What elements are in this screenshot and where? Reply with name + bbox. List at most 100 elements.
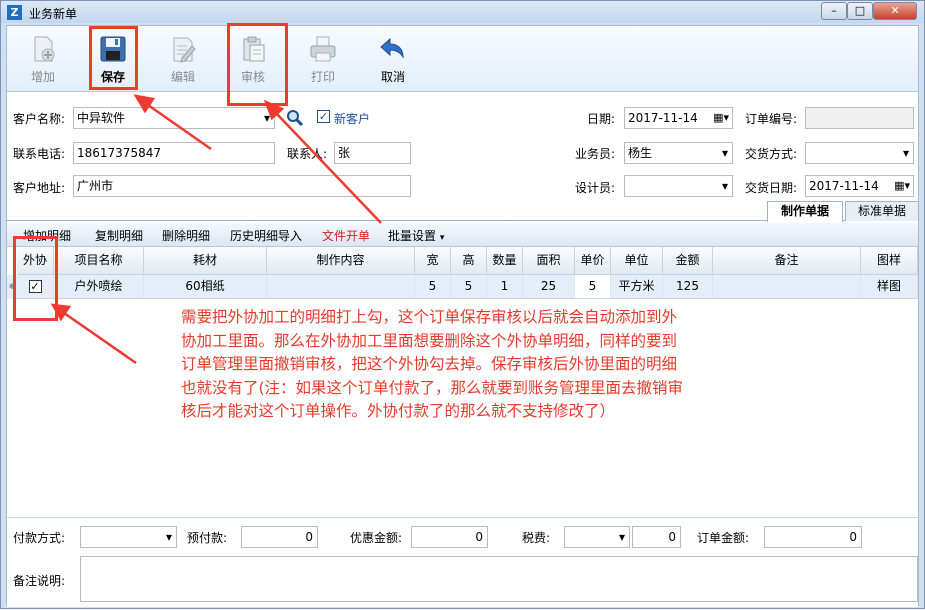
tax-type-select[interactable] <box>564 526 630 548</box>
phone-value: 18617375847 <box>77 146 161 160</box>
search-magnifier-icon[interactable] <box>286 109 304 127</box>
copy-detail-button[interactable]: 复制明细 <box>95 227 143 244</box>
payment-method-label: 付款方式: <box>13 531 66 545</box>
detail-toolbar: 增加明细 复制明细 删除明细 历史明细导入 文件开单 批量设置 ▾ <box>7 223 918 247</box>
address-value: 广州市 <box>77 179 114 193</box>
col-header-remark[interactable]: 备注 <box>713 247 861 275</box>
salesman-select[interactable]: 杨生 <box>624 142 733 164</box>
cell-amount[interactable]: 125 <box>663 275 713 299</box>
tab-production-order[interactable]: 制作单据 <box>767 201 843 222</box>
cell-project[interactable]: 户外喷绘 <box>54 275 144 299</box>
col-header-amount[interactable]: 金额 <box>663 247 713 275</box>
contact-label: 联系人: <box>287 147 328 161</box>
tax-field[interactable]: 0 <box>632 526 681 548</box>
tax-label: 税费: <box>522 531 551 545</box>
contact-value: 张 <box>338 146 351 160</box>
delivery-method-label: 交货方式: <box>745 147 798 161</box>
printer-icon <box>310 36 336 62</box>
cell-content[interactable] <box>267 275 415 299</box>
customer-name-value: 中异软件 <box>77 111 126 125</box>
app-window: Z 业务新单 – □ ✕ 增加 保存 编辑 审核 打印 取消 客户名称: 中异软… <box>0 0 925 609</box>
close-button[interactable]: ✕ <box>873 2 917 20</box>
phone-label: 联系电话: <box>13 147 66 161</box>
discount-label: 优惠金额: <box>350 531 403 545</box>
remark-textarea[interactable] <box>80 556 918 602</box>
col-header-material[interactable]: 耗材 <box>144 247 267 275</box>
add-button-label: 增加 <box>30 70 55 84</box>
order-footer: 付款方式: 预付款: 0 优惠金额: 0 税费: 0 订单金额: 0 备注说明: <box>7 517 918 607</box>
phone-field[interactable]: 18617375847 <box>73 142 275 164</box>
date-picker[interactable]: 2017-11-14 ▦▾ <box>624 107 733 129</box>
payment-method-select[interactable] <box>80 526 177 548</box>
chevron-down-icon: ▾ <box>439 233 445 243</box>
col-header-project[interactable]: 项目名称 <box>54 247 144 275</box>
col-header-content[interactable]: 制作内容 <box>267 247 415 275</box>
cell-price[interactable]: 5 <box>575 275 611 299</box>
edit-button-label: 编辑 <box>170 70 195 84</box>
customer-name-label: 客户名称: <box>13 112 66 126</box>
col-header-area[interactable]: 面积 <box>523 247 575 275</box>
designer-select[interactable] <box>624 175 733 197</box>
batch-settings-label: 批量设置 <box>388 229 437 243</box>
tab-standard-order[interactable]: 标准单据 <box>845 201 919 221</box>
history-import-button[interactable]: 历史明细导入 <box>230 227 302 244</box>
tax-value: 0 <box>668 530 676 544</box>
minimize-button[interactable]: – <box>821 2 847 20</box>
address-label: 客户地址: <box>13 181 66 195</box>
maximize-button[interactable]: □ <box>847 2 873 20</box>
discount-field[interactable]: 0 <box>411 526 488 548</box>
prepaid-field[interactable]: 0 <box>241 526 318 548</box>
col-header-price[interactable]: 单价 <box>575 247 611 275</box>
col-header-width[interactable]: 宽 <box>415 247 451 275</box>
cell-area[interactable]: 25 <box>523 275 575 299</box>
title-bar[interactable]: Z 业务新单 – □ ✕ <box>1 1 924 23</box>
annotation-box-save <box>89 26 138 90</box>
prepaid-label: 预付款: <box>187 531 228 545</box>
annotation-box-outsource <box>13 236 58 321</box>
col-header-sample[interactable]: 图样 <box>861 247 918 275</box>
new-customer-checkbox[interactable]: ✓ <box>317 110 330 123</box>
cell-sample[interactable]: 样图 <box>861 275 918 299</box>
delete-detail-button[interactable]: 删除明细 <box>162 227 210 244</box>
order-no-field <box>805 107 914 129</box>
salesman-label: 业务员: <box>575 147 616 161</box>
edit-doc-icon <box>173 37 196 63</box>
tab-strip: 制作单据 标准单据 <box>7 199 919 222</box>
calendar-icon[interactable]: ▦▾ <box>894 176 910 196</box>
delivery-method-select[interactable] <box>805 142 914 164</box>
col-header-height[interactable]: 高 <box>451 247 487 275</box>
print-button[interactable]: 打印 <box>295 30 351 90</box>
file-open-order-button[interactable]: 文件开单 <box>322 227 370 244</box>
main-toolbar: 增加 保存 编辑 审核 打印 取消 <box>7 26 918 92</box>
discount-value: 0 <box>475 530 483 544</box>
order-no-label: 订单编号: <box>745 112 798 126</box>
remark-label: 备注说明: <box>13 574 66 588</box>
date-value: 2017-11-14 <box>628 111 698 125</box>
date-label: 日期: <box>587 112 616 126</box>
order-amount-value: 0 <box>849 530 857 544</box>
contact-field[interactable]: 张 <box>334 142 411 164</box>
cell-unit[interactable]: 平方米 <box>611 275 663 299</box>
address-field[interactable]: 广州市 <box>73 175 411 197</box>
cell-material[interactable]: 60相纸 <box>144 275 267 299</box>
cell-height[interactable]: 5 <box>451 275 487 299</box>
col-header-qty[interactable]: 数量 <box>487 247 523 275</box>
salesman-value: 杨生 <box>628 146 653 160</box>
add-button[interactable]: 增加 <box>15 30 71 90</box>
add-doc-icon <box>34 36 55 62</box>
delivery-date-value: 2017-11-14 <box>809 179 879 193</box>
cell-width[interactable]: 5 <box>415 275 451 299</box>
delivery-date-picker[interactable]: 2017-11-14 ▦▾ <box>805 175 914 197</box>
window-title: 业务新单 <box>29 7 78 21</box>
calendar-icon[interactable]: ▦▾ <box>713 108 729 128</box>
customer-name-select[interactable]: 中异软件 <box>73 107 275 129</box>
edit-button[interactable]: 编辑 <box>155 30 211 90</box>
cell-remark[interactable] <box>713 275 861 299</box>
col-header-unit[interactable]: 单位 <box>611 247 663 275</box>
annotation-box-audit <box>227 23 288 106</box>
annotation-note: 需要把外协加工的明细打上勾，这个订单保存审核以后就会自动添加到外协加工里面。那么… <box>181 308 684 420</box>
cancel-button[interactable]: 取消 <box>365 30 421 90</box>
new-customer-label[interactable]: 新客户 <box>334 110 370 127</box>
cell-qty[interactable]: 1 <box>487 275 523 299</box>
batch-settings-menu[interactable]: 批量设置 ▾ <box>388 227 444 244</box>
